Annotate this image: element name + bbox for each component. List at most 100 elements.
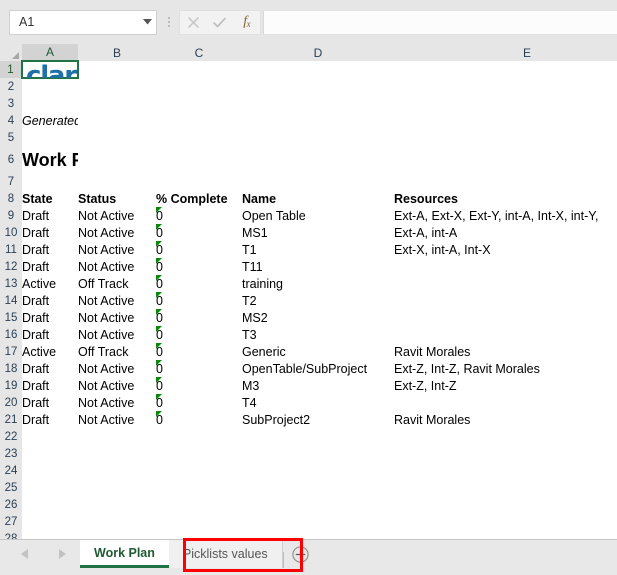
cell-status[interactable]: Not Active bbox=[78, 258, 156, 275]
cell-C25[interactable] bbox=[156, 479, 242, 496]
cell-C6[interactable] bbox=[156, 146, 242, 173]
cell-A3[interactable] bbox=[22, 95, 78, 112]
cell-A27[interactable] bbox=[22, 513, 78, 530]
cell-name[interactable]: SubProject2 bbox=[242, 411, 394, 428]
cell-status[interactable]: Off Track bbox=[78, 343, 156, 360]
cell-C23[interactable] bbox=[156, 445, 242, 462]
chevron-down-icon[interactable] bbox=[138, 11, 156, 34]
cell-percent-complete[interactable]: 0 bbox=[156, 207, 242, 224]
cell-E1[interactable] bbox=[394, 61, 617, 78]
table-header-name[interactable]: Name bbox=[242, 190, 394, 207]
cell-percent-complete[interactable]: 0 bbox=[156, 275, 242, 292]
column-header-a[interactable]: A bbox=[22, 44, 78, 62]
cell-C4[interactable] bbox=[156, 112, 242, 129]
row-header-19[interactable]: 19 bbox=[0, 377, 22, 394]
cell-resources[interactable]: Ravit Morales bbox=[394, 343, 617, 360]
cell-state[interactable]: Draft bbox=[22, 224, 78, 241]
cell-B28[interactable] bbox=[78, 530, 156, 539]
cell-B5[interactable] bbox=[78, 129, 156, 146]
cell-A26[interactable] bbox=[22, 496, 78, 513]
cell-resources[interactable]: Ext-A, int-A bbox=[394, 224, 617, 241]
column-header-c[interactable]: C bbox=[156, 44, 242, 61]
cell-C28[interactable] bbox=[156, 530, 242, 539]
cell-state[interactable]: Draft bbox=[22, 258, 78, 275]
cell-C27[interactable] bbox=[156, 513, 242, 530]
cell-B3[interactable] bbox=[78, 95, 156, 112]
cell-B22[interactable] bbox=[78, 428, 156, 445]
cell-C7[interactable] bbox=[156, 173, 242, 190]
cell-A6[interactable]: Work Plan bbox=[22, 146, 78, 173]
cell-B24[interactable] bbox=[78, 462, 156, 479]
cell-A22[interactable] bbox=[22, 428, 78, 445]
cell-name[interactable]: training bbox=[242, 275, 394, 292]
cell-status[interactable]: Not Active bbox=[78, 241, 156, 258]
row-header-27[interactable]: 27 bbox=[0, 513, 22, 530]
row-header-3[interactable]: 3 bbox=[0, 95, 22, 112]
cell-percent-complete[interactable]: 0 bbox=[156, 309, 242, 326]
cell-A2[interactable] bbox=[22, 78, 78, 95]
cell-D22[interactable] bbox=[242, 428, 394, 445]
cell-resources[interactable]: Ext-Z, Int-Z bbox=[394, 377, 617, 394]
row-header-10[interactable]: 10 bbox=[0, 224, 22, 241]
cell-percent-complete[interactable]: 0 bbox=[156, 241, 242, 258]
cell-resources[interactable]: Ext-Z, Int-Z, Ravit Morales bbox=[394, 360, 617, 377]
cell-C24[interactable] bbox=[156, 462, 242, 479]
cell-E27[interactable] bbox=[394, 513, 617, 530]
row-header-5[interactable]: 5 bbox=[0, 129, 22, 146]
table-header-percent-complete[interactable]: % Complete bbox=[156, 190, 242, 207]
cell-D26[interactable] bbox=[242, 496, 394, 513]
cell-status[interactable]: Off Track bbox=[78, 275, 156, 292]
sheet-tab-work-plan[interactable]: Work Plan bbox=[80, 540, 169, 568]
triangle-right-icon[interactable] bbox=[58, 549, 66, 559]
row-header-18[interactable]: 18 bbox=[0, 360, 22, 377]
row-header-2[interactable]: 2 bbox=[0, 78, 22, 95]
cell-name[interactable]: T2 bbox=[242, 292, 394, 309]
triangle-left-icon[interactable] bbox=[20, 549, 29, 559]
cell-percent-complete[interactable]: 0 bbox=[156, 258, 242, 275]
cell-percent-complete[interactable]: 0 bbox=[156, 377, 242, 394]
cell-name[interactable]: T3 bbox=[242, 326, 394, 343]
cell-resources[interactable] bbox=[394, 309, 617, 326]
row-header-28[interactable]: 28 bbox=[0, 530, 22, 539]
cell-C26[interactable] bbox=[156, 496, 242, 513]
cell-D3[interactable] bbox=[242, 95, 394, 112]
cell-D28[interactable] bbox=[242, 530, 394, 539]
cell-A28[interactable] bbox=[22, 530, 78, 539]
cell-resources[interactable]: Ext-X, int-A, Int-X bbox=[394, 241, 617, 258]
cell-resources[interactable] bbox=[394, 326, 617, 343]
cell-C5[interactable] bbox=[156, 129, 242, 146]
row-header-23[interactable]: 23 bbox=[0, 445, 22, 462]
row-header-22[interactable]: 22 bbox=[0, 428, 22, 445]
cell-D23[interactable] bbox=[242, 445, 394, 462]
row-header-17[interactable]: 17 bbox=[0, 343, 22, 360]
cell-resources[interactable] bbox=[394, 292, 617, 309]
cell-status[interactable]: Not Active bbox=[78, 207, 156, 224]
cell-C1[interactable] bbox=[156, 61, 242, 78]
cell-E6[interactable] bbox=[394, 146, 617, 173]
cell-A23[interactable] bbox=[22, 445, 78, 462]
sheet-tab-picklists-values[interactable]: Picklists values bbox=[168, 540, 283, 568]
cell-name[interactable]: Generic bbox=[242, 343, 394, 360]
cell-B25[interactable] bbox=[78, 479, 156, 496]
cell-B26[interactable] bbox=[78, 496, 156, 513]
formula-input[interactable] bbox=[263, 9, 617, 35]
row-header-15[interactable]: 15 bbox=[0, 309, 22, 326]
cell-A7[interactable] bbox=[22, 173, 78, 190]
cell-D24[interactable] bbox=[242, 462, 394, 479]
cell-state[interactable]: Draft bbox=[22, 411, 78, 428]
cell-resources[interactable] bbox=[394, 394, 617, 411]
row-header-24[interactable]: 24 bbox=[0, 462, 22, 479]
cell-state[interactable]: Draft bbox=[22, 360, 78, 377]
row-header-12[interactable]: 12 bbox=[0, 258, 22, 275]
cell-percent-complete[interactable]: 0 bbox=[156, 343, 242, 360]
cell-percent-complete[interactable]: 0 bbox=[156, 326, 242, 343]
cell-state[interactable]: Draft bbox=[22, 326, 78, 343]
cell-percent-complete[interactable]: 0 bbox=[156, 360, 242, 377]
row-header-11[interactable]: 11 bbox=[0, 241, 22, 258]
cell-D27[interactable] bbox=[242, 513, 394, 530]
close-icon[interactable] bbox=[181, 11, 205, 34]
cell-D2[interactable] bbox=[242, 78, 394, 95]
cell-name[interactable]: T4 bbox=[242, 394, 394, 411]
cell-A24[interactable] bbox=[22, 462, 78, 479]
cell-B7[interactable] bbox=[78, 173, 156, 190]
